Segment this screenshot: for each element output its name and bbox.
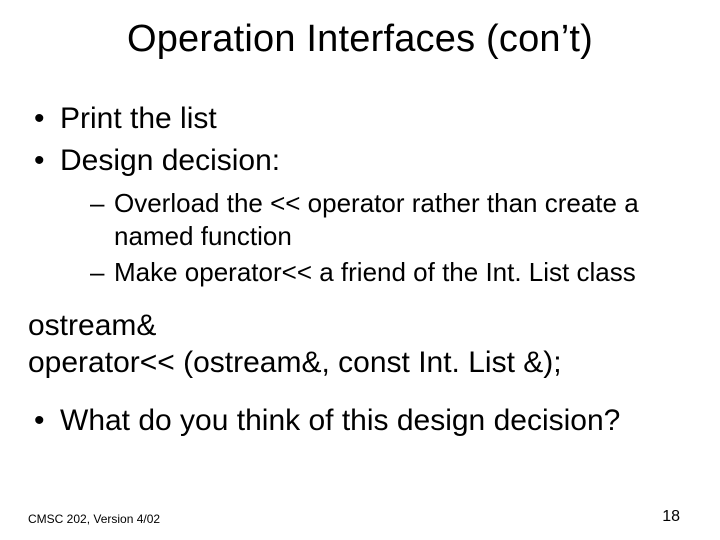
footer-page-number: 18 [662,508,680,526]
sub-bullet-list: Overload the << operator rather than cre… [60,187,692,289]
slide: Operation Interfaces (con’t) Print the l… [0,0,720,540]
sub-bullet-overload: Overload the << operator rather than cre… [60,187,692,252]
bullet-list-2: What do you think of this design decisio… [28,402,692,440]
bullet-print-list: Print the list [28,100,692,138]
sub-bullet-friend: Make operator<< a friend of the Int. Lis… [60,256,692,289]
code-line-1: ostream& [28,307,692,345]
slide-body: Print the list Design decision: Overload… [28,100,692,443]
footer-course-version: CMSC 202, Version 4/02 [28,512,160,526]
bullet-list: Print the list Design decision: Overload… [28,100,692,289]
slide-title: Operation Interfaces (con’t) [0,18,720,61]
bullet-design-decision: Design decision: Overload the << operato… [28,142,692,289]
bullet-question: What do you think of this design decisio… [28,402,692,440]
bullet-design-decision-label: Design decision: [60,144,280,177]
code-line-2: operator<< (ostream&, const Int. List &)… [28,344,692,382]
code-block: ostream& operator<< (ostream&, const Int… [28,307,692,382]
